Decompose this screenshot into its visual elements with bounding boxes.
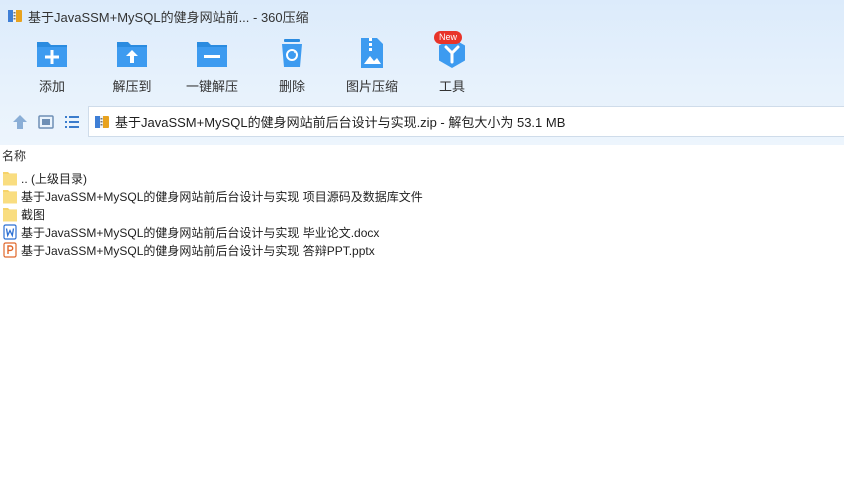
add-button[interactable]: 添加: [12, 36, 92, 100]
up-arrow-icon[interactable]: [11, 113, 29, 131]
list-item[interactable]: 截图: [3, 205, 703, 223]
extract-to-button[interactable]: 解压到: [92, 36, 172, 100]
list-item-name: 基于JavaSSM+MySQL的健身网站前后台设计与实现 答辩PPT.pptx: [21, 243, 375, 258]
list-item-name: .. (上级目录): [21, 171, 87, 186]
path-bar[interactable]: 基于JavaSSM+MySQL的健身网站前后台设计与实现.zip - 解包大小为…: [88, 106, 844, 137]
tools-button[interactable]: New 工具: [412, 31, 492, 100]
list-item[interactable]: 基于JavaSSM+MySQL的健身网站前后台设计与实现 项目源码及数据库文件: [3, 187, 703, 205]
file-list: 名称 .. (上级目录) 基于JavaSSM+MySQL的健身网站前后台设计与实…: [0, 145, 844, 503]
word-document-icon: [3, 224, 17, 240]
list-item[interactable]: 基于JavaSSM+MySQL的健身网站前后台设计与实现 毕业论文.docx: [3, 223, 703, 241]
delete-icon: [282, 39, 302, 67]
list-item-name: 截图: [21, 207, 46, 222]
extract-to-icon: [117, 42, 147, 67]
path-text: 基于JavaSSM+MySQL的健身网站前后台设计与实现.zip - 解包大小为…: [115, 115, 566, 130]
add-label: 添加: [38, 79, 65, 94]
one-click-extract-label: 一键解压: [185, 79, 238, 94]
list-item[interactable]: .. (上级目录): [3, 169, 703, 187]
window-title: 基于JavaSSM+MySQL的健身网站前... - 360压缩: [28, 9, 309, 25]
zip-file-icon: [95, 115, 109, 128]
folder-icon: [3, 208, 17, 222]
image-compress-label: 图片压缩: [345, 79, 398, 94]
tools-label: 工具: [438, 79, 465, 94]
image-compress-button[interactable]: 图片压缩: [332, 36, 412, 100]
folder-icon: [3, 190, 17, 204]
list-view-icon[interactable]: [63, 113, 81, 131]
list-item-name: 基于JavaSSM+MySQL的健身网站前后台设计与实现 毕业论文.docx: [21, 225, 380, 240]
add-icon: [37, 42, 67, 67]
navigation-bar: 基于JavaSSM+MySQL的健身网站前后台设计与实现.zip - 解包大小为…: [0, 106, 844, 137]
image-compress-icon: [361, 38, 383, 68]
one-click-extract-icon: [197, 42, 227, 67]
list-item[interactable]: 基于JavaSSM+MySQL的健身网站前后台设计与实现 答辩PPT.pptx: [3, 241, 703, 259]
column-header-name[interactable]: 名称: [0, 147, 26, 165]
archive-icon: [8, 10, 22, 22]
toolbar: 添加 解压到 一键解压 删除 图片压缩 New 工具: [0, 31, 844, 100]
one-click-extract-button[interactable]: 一键解压: [172, 36, 252, 100]
list-item-name: 基于JavaSSM+MySQL的健身网站前后台设计与实现 项目源码及数据库文件: [21, 189, 423, 204]
powerpoint-icon: [3, 242, 17, 258]
extract-to-label: 解压到: [112, 79, 152, 94]
new-badge: New: [434, 31, 463, 44]
delete-button[interactable]: 删除: [252, 36, 332, 100]
header-area: 基于JavaSSM+MySQL的健身网站前... - 360压缩 添加 解压到: [0, 0, 844, 145]
folder-icon: [3, 172, 17, 186]
delete-label: 删除: [278, 79, 305, 94]
title-bar: 基于JavaSSM+MySQL的健身网站前... - 360压缩: [0, 0, 844, 32]
thumbnail-view-icon[interactable]: [37, 113, 55, 131]
